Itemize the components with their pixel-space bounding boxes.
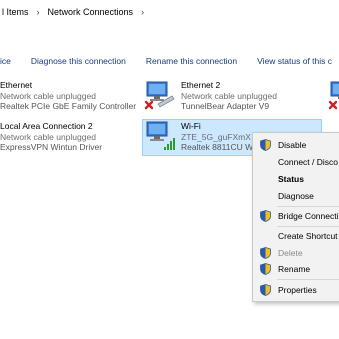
connection-status: Network cable unplugged	[0, 90, 96, 101]
menu-separator	[277, 279, 339, 280]
connection-status: Network cable unplugged	[0, 131, 96, 142]
connection-status: ZTE_5G_guFXmX	[181, 131, 251, 142]
command-toolbar: ice Diagnose this connection Rename this…	[0, 49, 339, 73]
menu-item-disable[interactable]: Disable	[253, 137, 339, 153]
menu-item-status[interactable]: Status	[253, 171, 339, 187]
breadcrumb-item-network-connections[interactable]: Network Connections	[46, 7, 136, 17]
connection-device: Realtek PCIe GbE Family Controller	[0, 101, 137, 111]
connection-item-local-area-connection-2[interactable]: Local Area Connection 2 Network cable un…	[0, 121, 102, 153]
diagnose-connection-button[interactable]: Diagnose this connection	[21, 56, 136, 66]
menu-item-connect-disconnect[interactable]: Connect / Disco	[253, 154, 339, 170]
connection-name: Local Area Connection 2	[0, 121, 93, 131]
breadcrumb: l Items › Network Connections ›	[0, 0, 339, 24]
breadcrumb-item-all-items[interactable]: l Items	[0, 7, 31, 17]
connection-status: Network cable unplugged	[181, 90, 277, 101]
network-adapter-icon	[144, 80, 175, 110]
connection-device: Realtek 8811CU W	[181, 142, 254, 152]
wifi-adapter-icon	[144, 120, 175, 150]
context-menu: Disable Connect / Disco Status Diagnose …	[252, 132, 339, 302]
toolbar-device-button[interactable]: ice	[0, 56, 21, 66]
breadcrumb-separator[interactable]: ›	[31, 7, 46, 17]
menu-item-delete: Delete	[278, 248, 303, 258]
connection-item-wifi[interactable]: Wi-Fi ZTE_5G_guFXmX Realtek 8811CU W	[181, 121, 253, 153]
menu-item-create-shortcut[interactable]: Create Shortcut	[253, 228, 339, 244]
view-status-button[interactable]: View status of this c	[247, 56, 339, 66]
network-adapter-icon	[328, 80, 339, 110]
menu-item-rename[interactable]: Rename	[253, 261, 339, 277]
rename-connection-button[interactable]: Rename this connection	[136, 56, 247, 66]
menu-separator	[277, 206, 339, 207]
connection-device: ExpressVPN Wintun Driver	[0, 142, 103, 152]
connection-device: TunnelBear Adapter V9	[181, 101, 270, 111]
menu-separator	[277, 226, 339, 227]
menu-item-properties[interactable]: Properties	[253, 282, 339, 298]
connection-name: Wi-Fi	[181, 121, 201, 131]
connection-name: Ethernet 2	[181, 80, 221, 90]
menu-item-diagnose[interactable]: Diagnose	[253, 188, 339, 204]
connection-name: Ethernet	[0, 80, 33, 90]
connection-item-ethernet-2[interactable]: Ethernet 2 Network cable unplugged Tunne…	[181, 80, 277, 112]
connection-item-ethernet[interactable]: Ethernet Network cable unplugged Realtek…	[0, 80, 136, 112]
menu-item-bridge-connections[interactable]: Bridge Connecti	[253, 208, 339, 224]
breadcrumb-separator[interactable]: ›	[135, 7, 150, 17]
